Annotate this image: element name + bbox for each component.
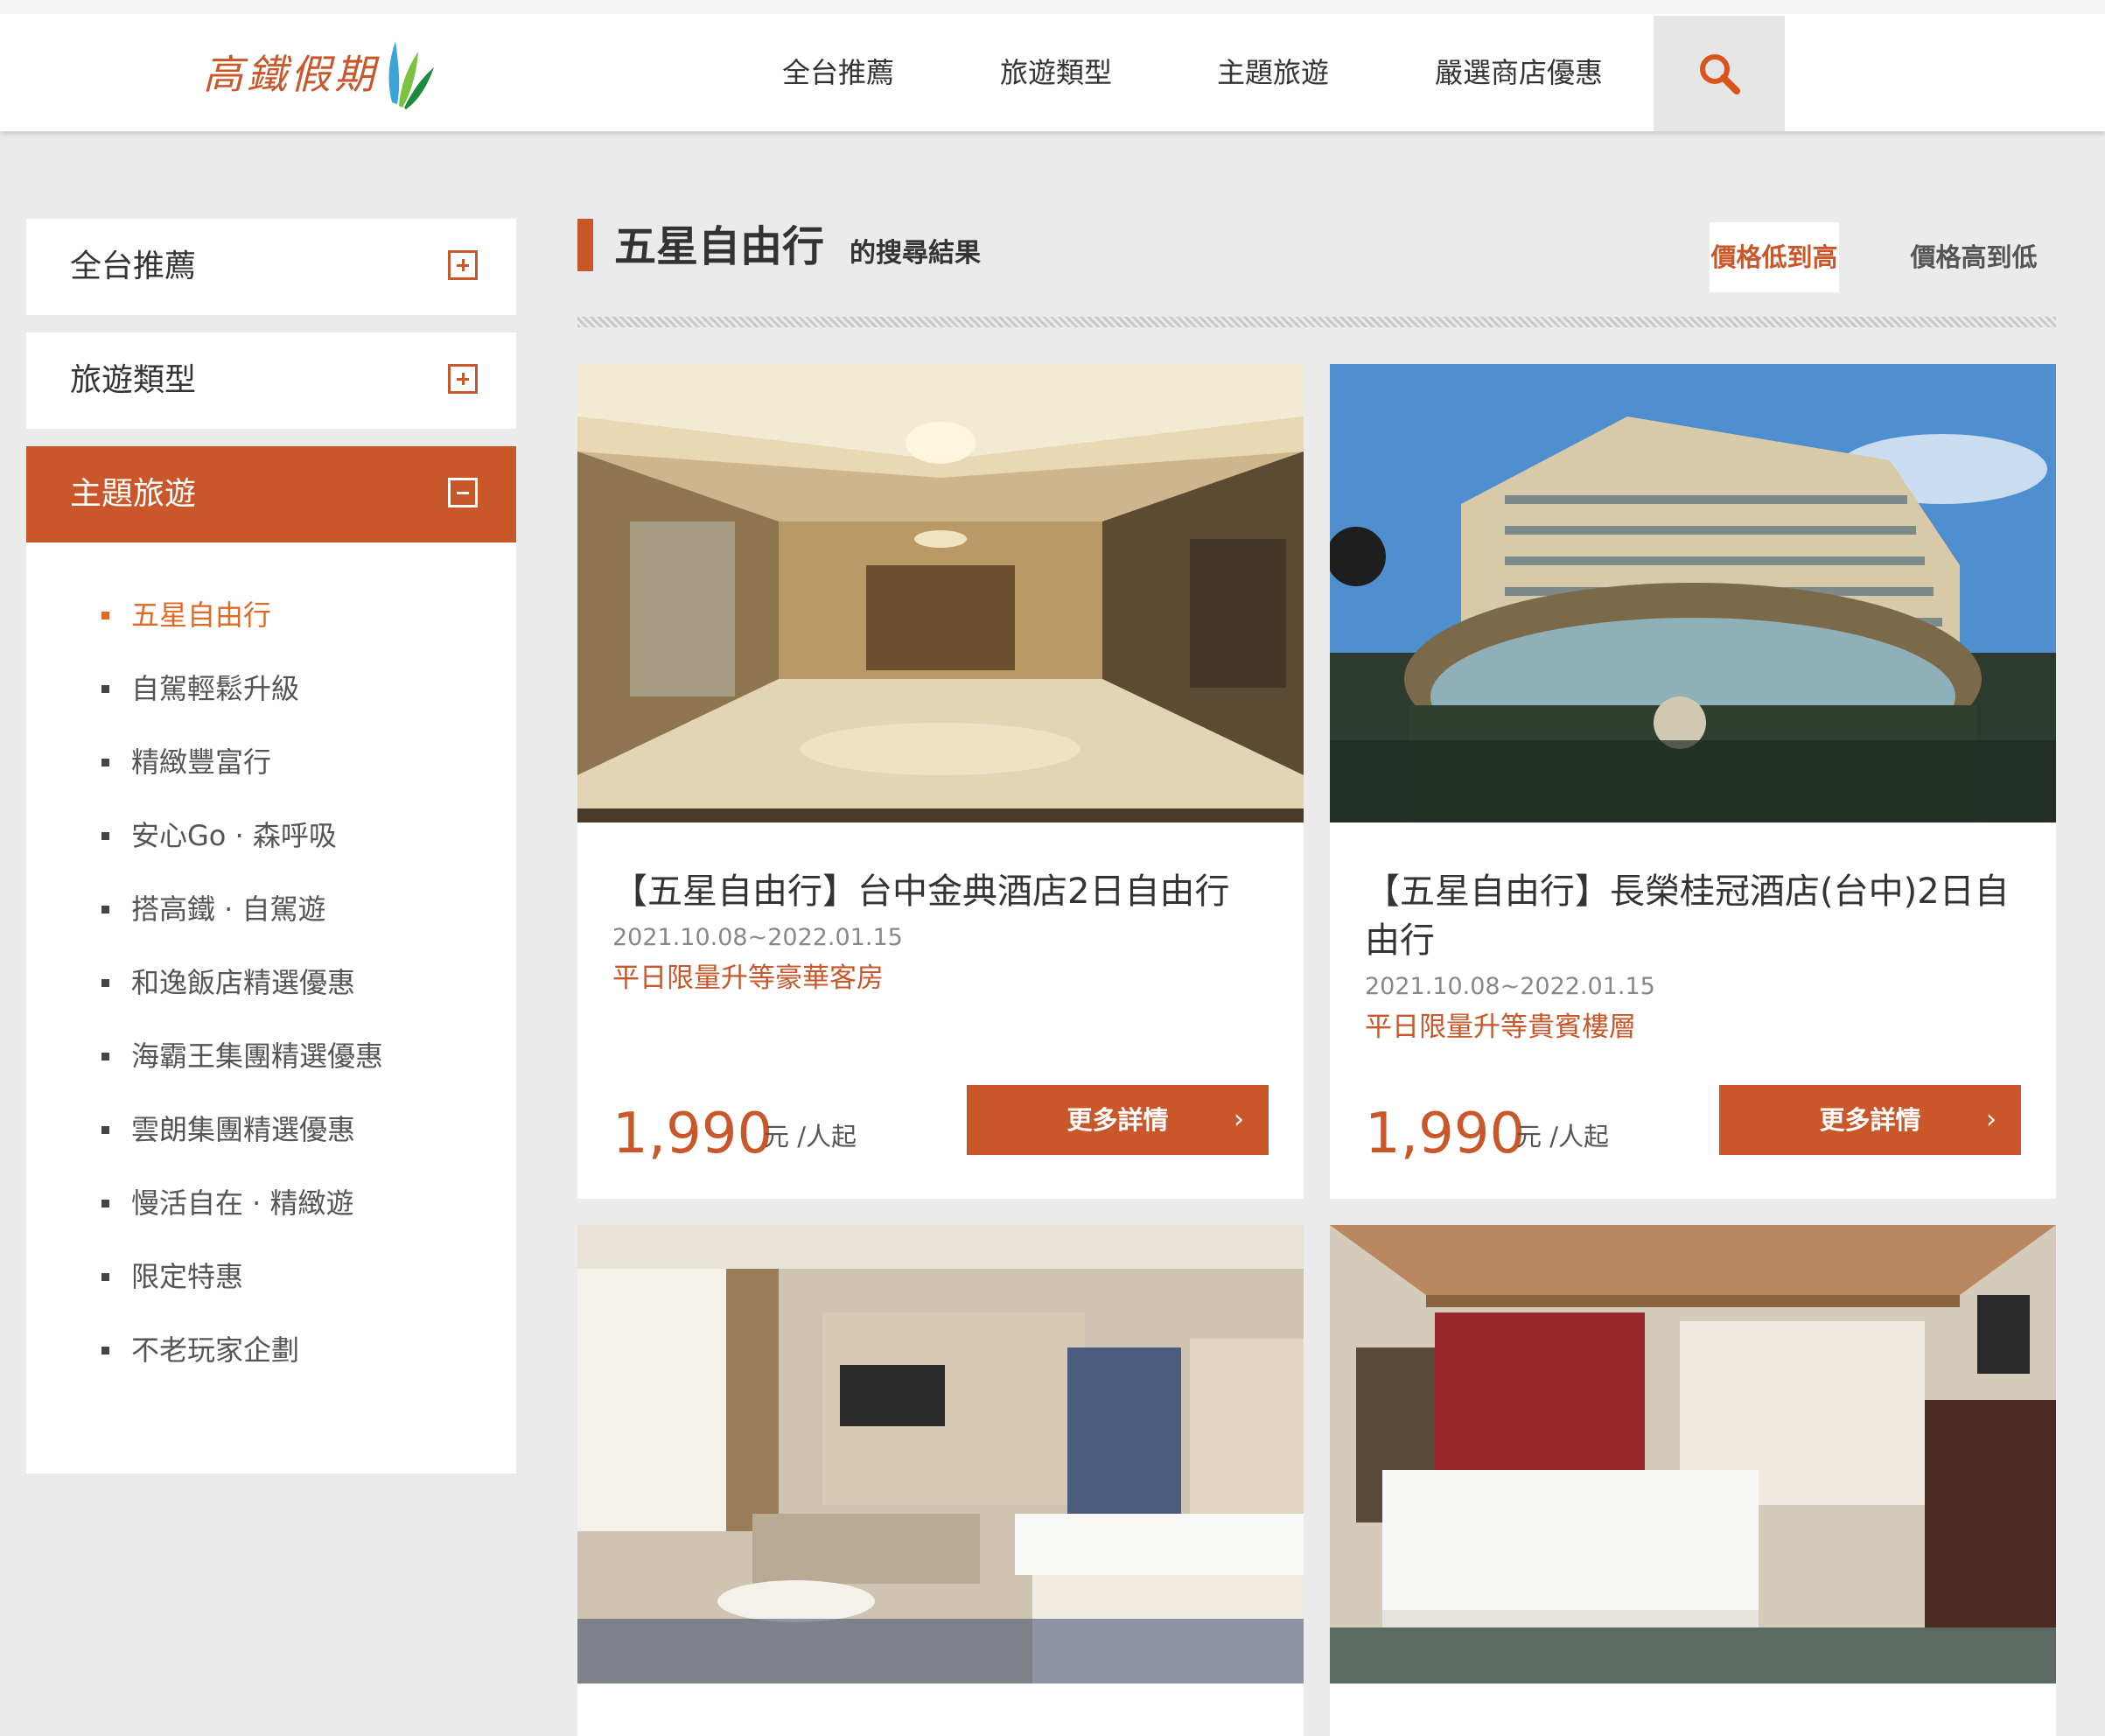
nav-all-taiwan[interactable]: 全台推薦 (782, 14, 894, 131)
product-card[interactable] (1330, 1225, 2056, 1736)
nav-theme-travel[interactable]: 主題旅遊 (1217, 14, 1329, 131)
sidebar-item-label: 自駕輕鬆升級 (131, 672, 300, 705)
sidebar-section-label: 旅遊類型 (70, 362, 197, 398)
card-price: 1,990 (612, 1102, 773, 1166)
card-price-unit: 元 /人起 (1516, 1122, 1609, 1152)
nav-store-deals[interactable]: 嚴選商店優惠 (1435, 14, 1603, 131)
sort-price-high-to-low[interactable]: 價格高到低 (1899, 222, 2049, 292)
sidebar-item-label: 和逸飯店精選優惠 (131, 966, 356, 999)
search-icon (1700, 54, 1740, 94)
button-label: 更多詳情 (1066, 1105, 1169, 1135)
card-promo: 平日限量升等貴賓樓層 (1365, 1012, 1636, 1043)
card-price-unit: 元 /人起 (764, 1122, 857, 1152)
button-label: 更多詳情 (1819, 1105, 1921, 1135)
chevron-right-icon: › (1234, 1104, 1244, 1135)
sidebar-item-label: 五星自由行 (131, 598, 272, 632)
sidebar-item-label: 慢活自在 · 精緻遊 (131, 1186, 354, 1220)
sort-price-low-to-high[interactable]: 價格低到高 (1710, 222, 1839, 292)
main-nav: 全台推薦 旅遊類型 主題旅遊 嚴選商店優惠 (0, 14, 2105, 131)
expand-plus-icon[interactable] (448, 250, 478, 280)
sidebar-section-all-taiwan[interactable]: 全台推薦 (26, 219, 516, 315)
sidebar-section-label: 全台推薦 (70, 248, 197, 284)
bullet-icon (101, 832, 109, 840)
more-details-button[interactable]: 更多詳情 › (1719, 1085, 2021, 1155)
sidebar-section-label: 主題旅遊 (70, 476, 197, 512)
card-title[interactable]: 【五星自由行】台中金典酒店2日自由行 (612, 867, 1277, 916)
nav-travel-types[interactable]: 旅遊類型 (1000, 14, 1112, 131)
bullet-icon (101, 1126, 109, 1134)
card-promo: 平日限量升等豪華客房 (612, 962, 884, 994)
sidebar-submenu: 五星自由行 自駕輕鬆升級 精緻豐富行 安心Go · 森呼吸 搭高鐵 · 自駕遊 … (26, 542, 516, 1474)
header-strip (0, 0, 2105, 14)
collapse-minus-icon[interactable] (448, 478, 478, 508)
expand-plus-icon[interactable] (448, 364, 478, 394)
card-price: 1,990 (1365, 1102, 1526, 1166)
sidebar-item-label: 精緻豐富行 (131, 746, 272, 779)
bullet-icon (101, 979, 109, 987)
sidebar-item-label: 安心Go · 森呼吸 (131, 819, 337, 852)
heading-accent-bar (577, 219, 593, 271)
hotel-lobby-photo[interactable] (577, 364, 1304, 822)
product-card[interactable]: 【五星自由行】長榮桂冠酒店(台中)2日自由行 2021.10.08~2022.0… (1330, 364, 2056, 1199)
bullet-icon (101, 1200, 109, 1208)
product-card[interactable]: 【五星自由行】台中金典酒店2日自由行 2021.10.08~2022.01.15… (577, 364, 1304, 1199)
bullet-icon (101, 685, 109, 693)
sidebar-item-label: 雲朗集團精選優惠 (131, 1113, 356, 1146)
hotel-building-photo[interactable] (1330, 364, 2056, 822)
bullet-icon (101, 1273, 109, 1281)
sidebar-item-label: 海霸王集團精選優惠 (131, 1040, 384, 1073)
sidebar-item-label: 限定特惠 (131, 1260, 244, 1293)
product-card[interactable] (577, 1225, 1304, 1736)
bullet-icon (101, 1053, 109, 1060)
bullet-icon (101, 759, 109, 766)
page-title-suffix: 的搜尋結果 (850, 238, 981, 269)
search-button[interactable] (1654, 16, 1785, 131)
sidebar-item-label: 不老玩家企劃 (131, 1334, 300, 1367)
page-title: 五星自由行 (614, 222, 825, 271)
king-room-photo[interactable] (1330, 1225, 2056, 1684)
more-details-button[interactable]: 更多詳情 › (967, 1085, 1269, 1155)
card-date: 2021.10.08~2022.01.15 (612, 924, 903, 951)
card-title[interactable]: 【五星自由行】長榮桂冠酒店(台中)2日自由行 (1365, 867, 2030, 965)
sidebar-item-label: 搭高鐵 · 自駕遊 (131, 892, 326, 926)
divider (577, 317, 2056, 327)
chevron-right-icon: › (1986, 1104, 1997, 1135)
sidebar-section-theme-travel[interactable]: 主題旅遊 (26, 446, 516, 542)
top-header: 高鐵假期 全台推薦 旅遊類型 主題旅遊 嚴選商店優惠 (0, 0, 2105, 131)
card-date: 2021.10.08~2022.01.15 (1365, 973, 1655, 1000)
bullet-icon (101, 906, 109, 914)
bullet-icon (101, 1347, 109, 1354)
bullet-icon (101, 612, 109, 620)
sidebar-section-travel-types[interactable]: 旅遊類型 (26, 332, 516, 429)
twin-room-photo[interactable] (577, 1225, 1304, 1684)
